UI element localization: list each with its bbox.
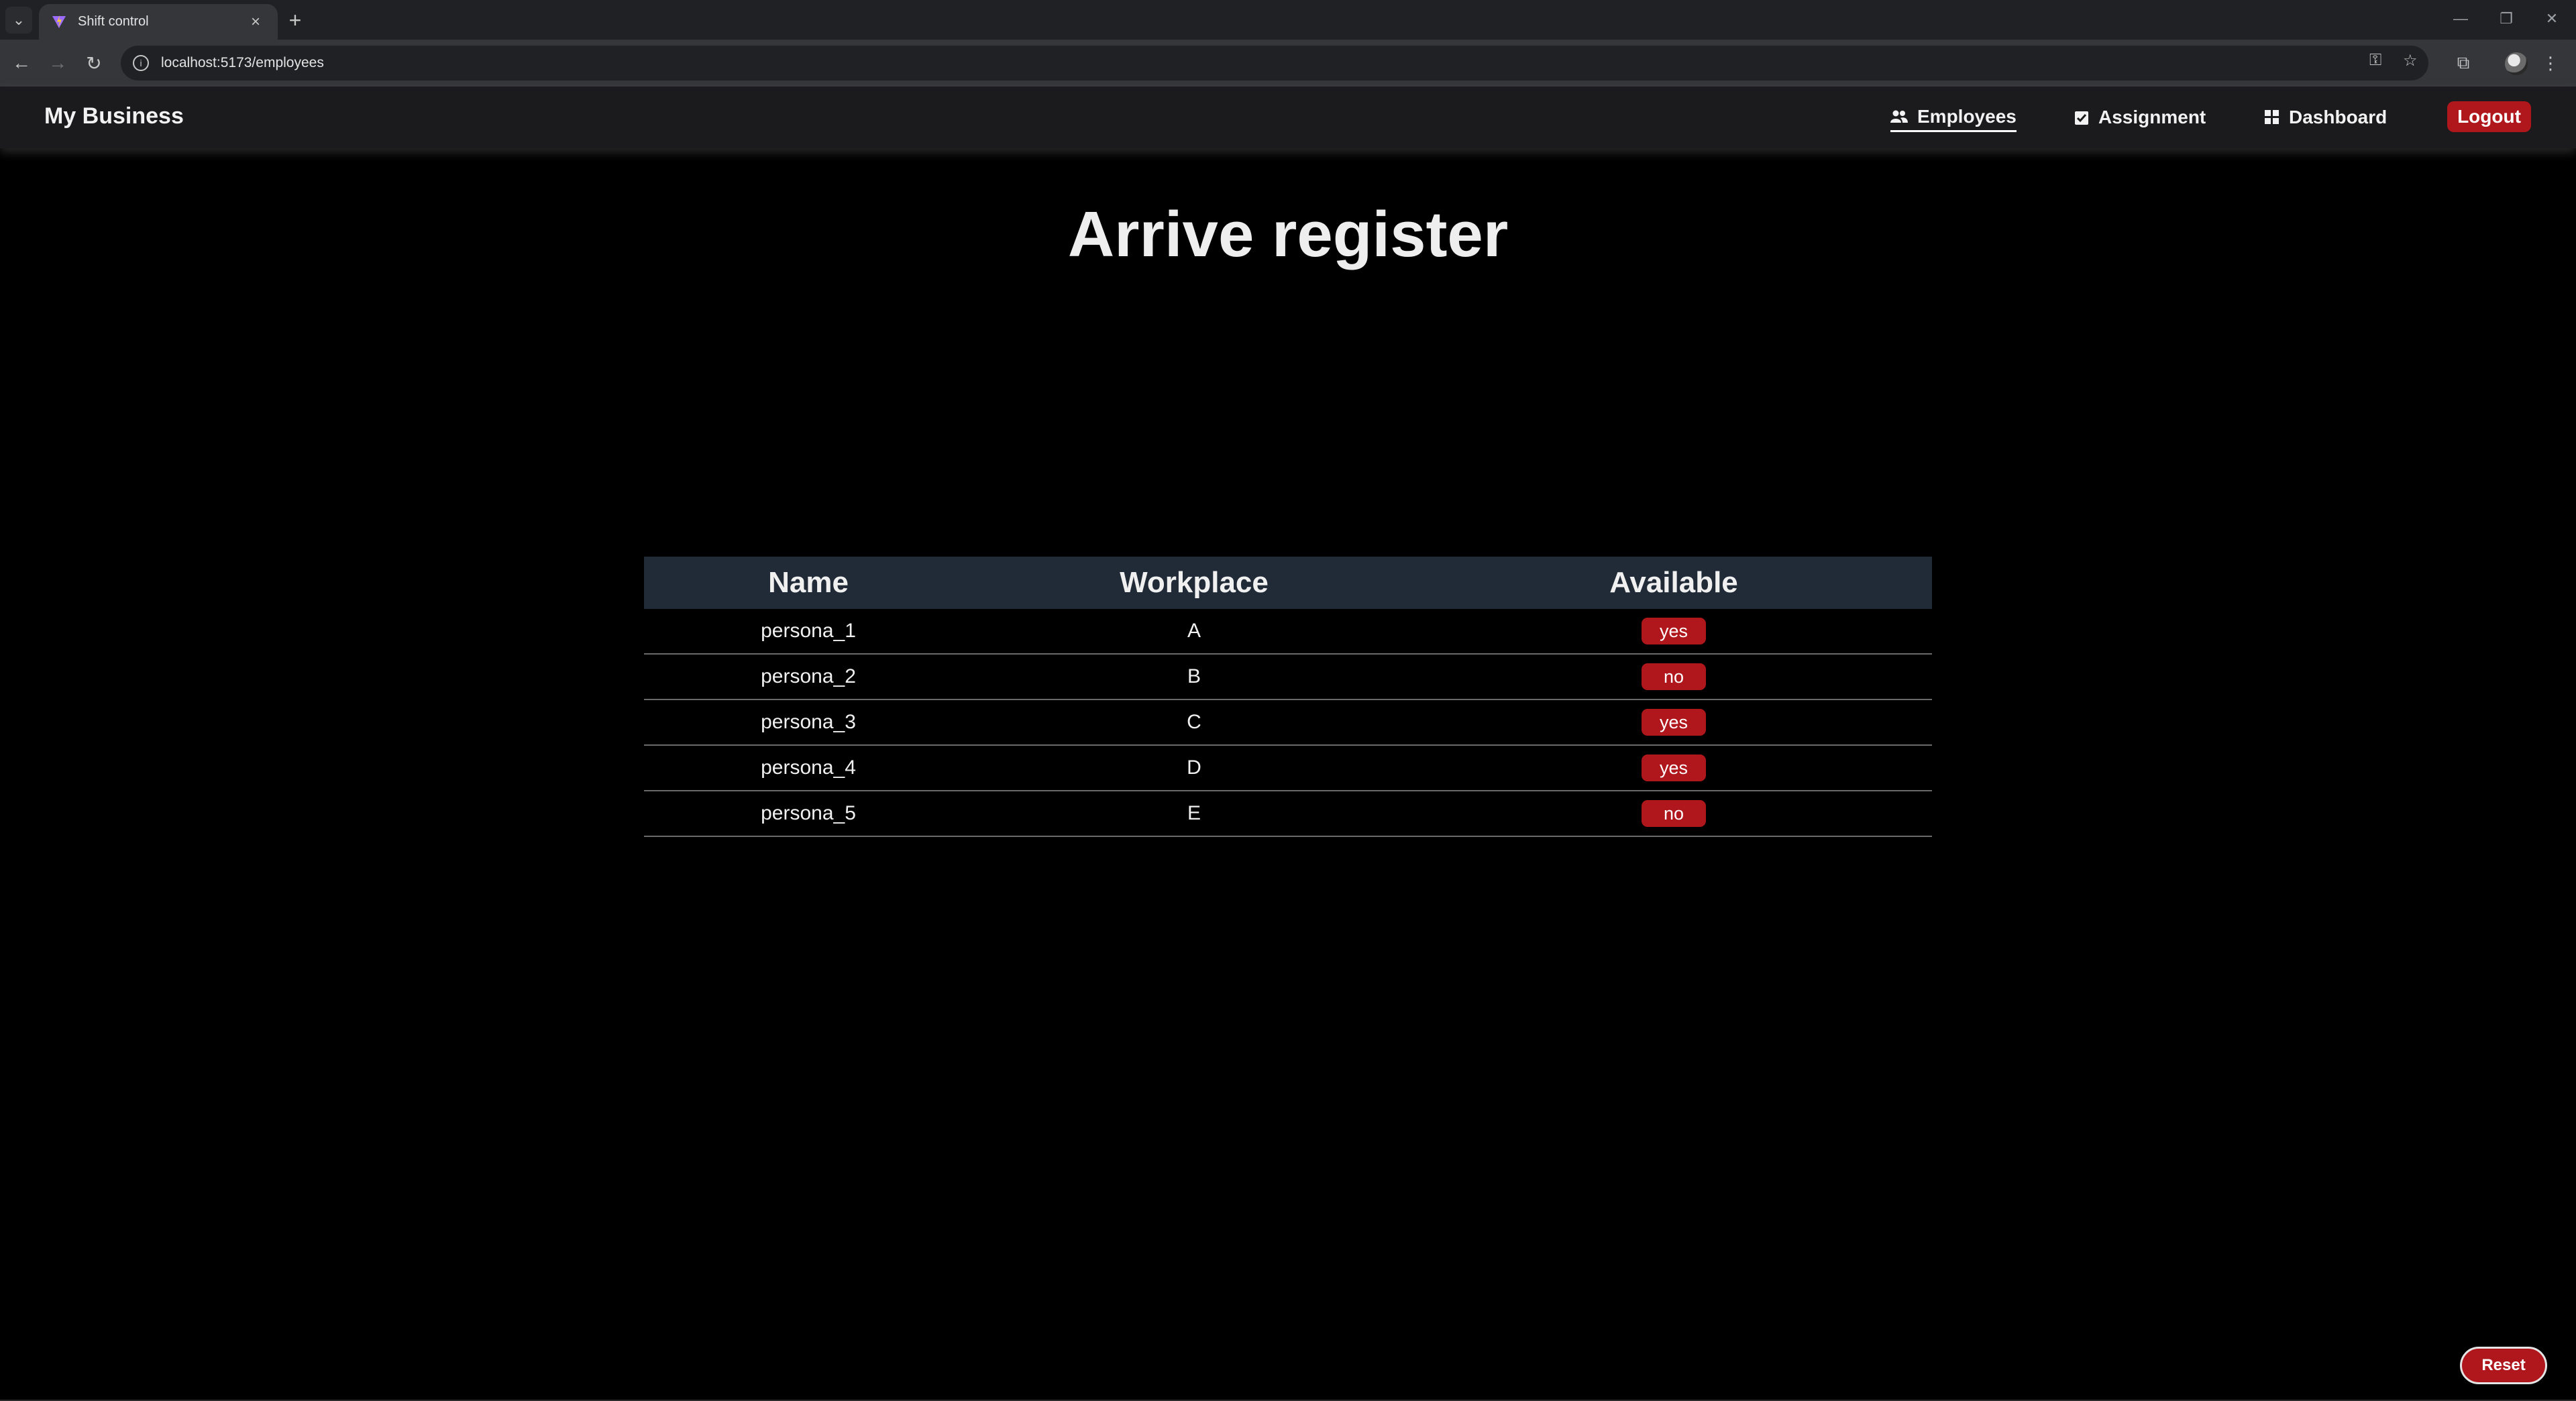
back-arrow-icon[interactable]: ←	[8, 50, 35, 76]
new-tab-plus-icon[interactable]: +	[283, 8, 307, 32]
cell-available: yes	[1415, 709, 1932, 736]
cell-available: yes	[1415, 754, 1932, 781]
vite-favicon-icon	[52, 15, 66, 28]
nav-link-employees[interactable]: Employees	[1890, 103, 2017, 132]
tab-title: Shift control	[78, 14, 149, 29]
url-text[interactable]: localhost:5173/employees	[161, 55, 324, 71]
cell-available: yes	[1415, 618, 1932, 645]
cell-available: no	[1415, 663, 1932, 690]
cell-workplace: C	[1187, 711, 1201, 733]
reload-icon[interactable]: ↻	[80, 50, 107, 76]
app-navbar: My Business Employees Assignment Dashboa…	[0, 87, 2576, 148]
nav-link-label: Dashboard	[2289, 107, 2387, 127]
cell-available: no	[1415, 800, 1932, 827]
browser-tabstrip: ⌄ Shift control × + — ❐ ✕	[0, 0, 2576, 40]
site-info-icon[interactable]: i	[133, 55, 149, 71]
browser-menu-icon[interactable]: ⋮	[2537, 50, 2564, 76]
table-row: persona_2 B no	[644, 655, 1932, 700]
page-title: Arrive register	[1067, 199, 1509, 270]
cell-workplace: D	[1187, 756, 1201, 779]
cell-name: persona_4	[761, 756, 856, 779]
minimize-icon[interactable]: —	[2440, 5, 2481, 32]
table-row: persona_5 E no	[644, 791, 1932, 837]
cell-name: persona_5	[761, 802, 856, 824]
reset-button[interactable]: Reset	[2460, 1347, 2547, 1384]
restore-icon[interactable]: ❐	[2486, 5, 2526, 32]
brand-title[interactable]: My Business	[44, 103, 184, 129]
grid-icon	[2265, 110, 2279, 124]
availability-badge[interactable]: no	[1642, 663, 1706, 690]
profile-avatar[interactable]	[2505, 52, 2528, 75]
availability-badge[interactable]: yes	[1642, 754, 1706, 781]
column-header-workplace[interactable]: Workplace	[973, 566, 1415, 600]
browser-tab[interactable]: Shift control ×	[39, 4, 278, 40]
column-header-name[interactable]: Name	[644, 566, 973, 600]
forward-arrow-icon[interactable]: →	[44, 50, 71, 76]
availability-badge[interactable]: yes	[1642, 709, 1706, 736]
availability-badge[interactable]: yes	[1642, 618, 1706, 645]
employees-table: Name Workplace Available persona_1 A yes…	[644, 557, 1932, 837]
column-header-available[interactable]: Available	[1415, 566, 1932, 600]
cell-name: persona_1	[761, 620, 856, 642]
nav-link-assignment[interactable]: Assignment	[2074, 103, 2206, 132]
clipboard-check-icon	[2075, 111, 2088, 125]
bookmark-star-icon[interactable]: ☆	[2403, 51, 2418, 70]
cell-workplace: B	[1187, 665, 1201, 687]
cell-name: persona_2	[761, 665, 856, 687]
table-row: persona_4 D yes	[644, 746, 1932, 791]
logout-button[interactable]: Logout	[2447, 101, 2531, 132]
tab-search-chevron-icon[interactable]: ⌄	[5, 7, 32, 34]
password-key-icon[interactable]: ⚿	[2369, 51, 2381, 70]
users-icon	[1890, 110, 1908, 123]
nav-link-dashboard[interactable]: Dashboard	[2265, 103, 2387, 132]
window-close-icon[interactable]: ✕	[2532, 5, 2572, 32]
extensions-puzzle-icon[interactable]: ⧉	[2450, 50, 2477, 76]
address-bar[interactable]: i localhost:5173/employees	[121, 46, 2428, 80]
availability-badge[interactable]: no	[1642, 800, 1706, 827]
nav-link-label: Employees	[1917, 105, 2017, 127]
browser-toolbar: ← → ↻ i localhost:5173/employees ⚿ ☆ ⧉ ⋮	[0, 40, 2576, 87]
table-header: Name Workplace Available	[644, 557, 1932, 609]
nav-link-label: Assignment	[2098, 107, 2206, 127]
table-row: persona_1 A yes	[644, 609, 1932, 655]
table-row: persona_3 C yes	[644, 700, 1932, 746]
cell-name: persona_3	[761, 711, 856, 733]
tab-close-icon[interactable]: ×	[246, 13, 266, 32]
cell-workplace: E	[1187, 802, 1201, 824]
cell-workplace: A	[1187, 620, 1201, 642]
